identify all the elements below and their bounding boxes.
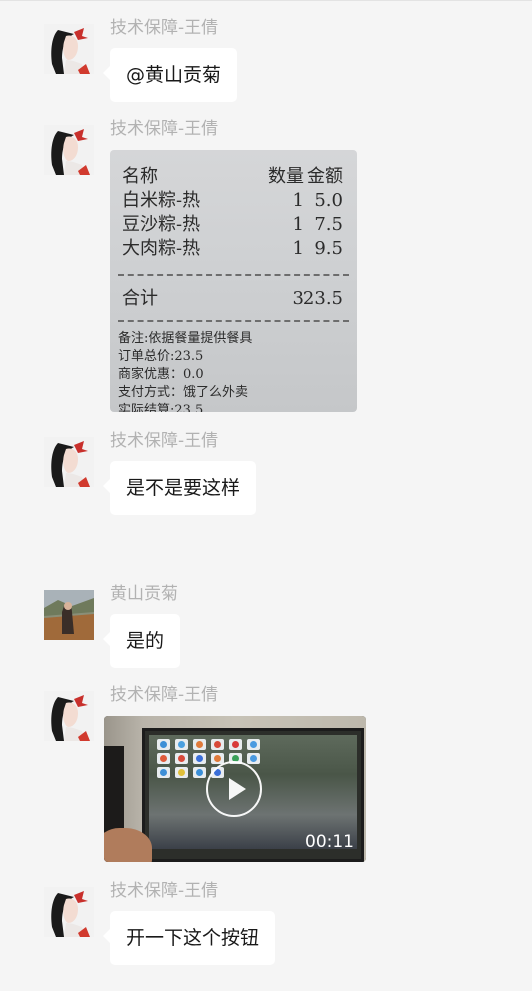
receipt-image[interactable]: 名称 数量 金额 白米粽-热 1 5.0 豆沙粽-热 1 7.5 大肉粽-热 1…: [110, 150, 357, 412]
sender-name: 技术保障-王倩: [110, 881, 219, 901]
app-tile: [157, 753, 170, 764]
receipt-header-row: 名称 数量 金额: [122, 166, 343, 188]
receipt-note: 订单总价:23.5: [118, 349, 204, 364]
app-tile: [247, 753, 260, 764]
avatar[interactable]: [44, 125, 94, 175]
receipt-total-amount: 23.5: [302, 288, 343, 309]
app-tile: [175, 767, 188, 778]
video-duration: 00:11: [305, 832, 354, 852]
app-tile: [193, 739, 206, 750]
receipt-item-amount: 9.5: [314, 238, 343, 259]
receipt-note: 实际结算:23.5: [118, 403, 204, 412]
message-bubble[interactable]: 是不是要这样: [102, 461, 257, 515]
receipt-note: 商家优惠：0.0: [118, 367, 204, 382]
app-tile: [211, 739, 224, 750]
receipt-item-amount: 5.0: [314, 190, 343, 211]
sender-name: 技术保障-王倩: [110, 119, 219, 139]
receipt-note: 备注:依据餐量提供餐具: [118, 331, 253, 346]
receipt-item-row: 白米粽-热 1 5.0: [122, 190, 343, 212]
receipt-item-qty: 1: [292, 238, 304, 259]
receipt-col-name: 名称: [122, 166, 158, 187]
receipt-item-name: 大肉粽-热: [122, 238, 201, 259]
video-message[interactable]: 00:11: [104, 716, 366, 862]
sender-name: 黄山贡菊: [110, 584, 178, 604]
message-bubble[interactable]: 开一下这个按钮: [102, 911, 276, 965]
receipt-item-amount: 7.5: [314, 214, 343, 235]
message-bubble[interactable]: 是的: [102, 614, 181, 668]
receipt-total-row: 合计 3 23.5: [122, 288, 343, 310]
avatar[interactable]: [44, 691, 94, 741]
play-icon[interactable]: [206, 761, 262, 817]
receipt-item-name: 豆沙粽-热: [122, 214, 201, 235]
sender-name: 技术保障-王倩: [110, 18, 219, 38]
receipt-total-qty: 3: [292, 288, 304, 309]
receipt-divider: [118, 320, 349, 322]
app-tile: [229, 739, 242, 750]
receipt-item-qty: 1: [292, 190, 304, 211]
top-divider: [0, 0, 532, 1]
avatar[interactable]: [44, 590, 94, 640]
app-tile: [157, 739, 170, 750]
avatar[interactable]: [44, 887, 94, 937]
receipt-total-label: 合计: [122, 288, 158, 309]
receipt-col-qty: 数量: [268, 166, 304, 187]
avatar[interactable]: [44, 24, 94, 74]
app-tile: [193, 767, 206, 778]
receipt-divider: [118, 274, 349, 276]
app-tile: [175, 739, 188, 750]
receipt-item-row: 豆沙粽-热 1 7.5: [122, 214, 343, 236]
sender-name: 技术保障-王倩: [110, 431, 219, 451]
receipt-note: 支付方式：饿了么外卖: [118, 385, 249, 400]
receipt-item-name: 白米粽-热: [122, 190, 201, 211]
receipt-item-qty: 1: [292, 214, 304, 235]
app-tile: [247, 739, 260, 750]
app-tile: [175, 753, 188, 764]
app-tile: [193, 753, 206, 764]
sender-name: 技术保障-王倩: [110, 685, 219, 705]
app-tile: [157, 767, 170, 778]
receipt-col-amount: 金额: [307, 166, 343, 187]
message-bubble[interactable]: @黄山贡菊: [102, 48, 238, 102]
avatar[interactable]: [44, 437, 94, 487]
receipt-item-row: 大肉粽-热 1 9.5: [122, 238, 343, 260]
